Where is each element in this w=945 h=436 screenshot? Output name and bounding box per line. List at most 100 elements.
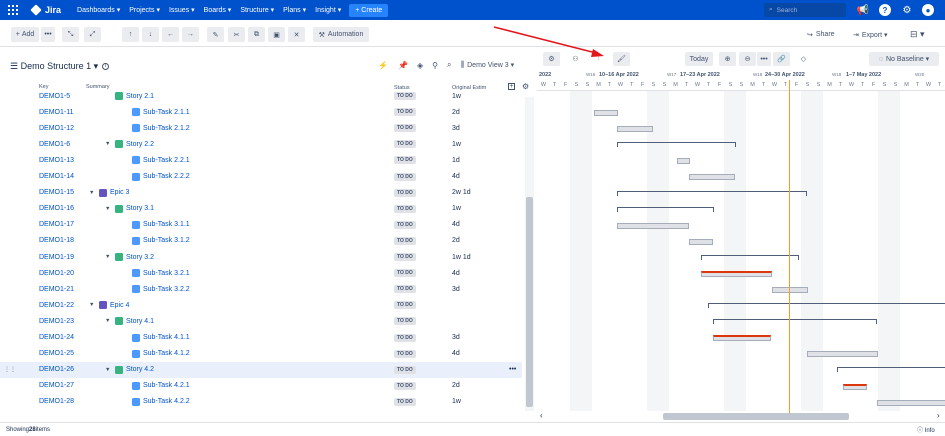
view-selector[interactable]: Demo View 3 ▾ (467, 61, 514, 69)
layers-icon[interactable]: ◈ (417, 61, 423, 70)
issue-summary[interactable]: Sub-Task 3.1.2 (132, 236, 190, 245)
gantt-summary-bar[interactable] (617, 191, 807, 196)
issue-summary[interactable]: Story 2.1 (115, 92, 154, 100)
expand-caret-icon[interactable]: ▼ (105, 141, 110, 147)
table-row[interactable]: DEMO1-25 Sub-Task 4.1.2 TO DO 4d (0, 346, 522, 362)
issue-summary[interactable]: Sub-Task 2.2.1 (132, 156, 190, 165)
table-row[interactable]: DEMO1-13 Sub-Task 2.2.1 TO DO 1d (0, 152, 522, 168)
status-badge[interactable]: TO DO (394, 124, 416, 133)
automation-button[interactable]: ⚒ Automation (313, 27, 369, 42)
columns-icon[interactable]: ⫼ (460, 60, 464, 70)
status-badge[interactable]: TO DO (394, 108, 416, 117)
issue-key[interactable]: DEMO1-5 (39, 93, 70, 100)
issue-key[interactable]: DEMO1-28 (39, 398, 74, 405)
nav-dashboards[interactable]: Dashboards ▾ (77, 6, 120, 14)
issue-key[interactable]: DEMO1-22 (39, 302, 74, 309)
issue-key[interactable]: DEMO1-24 (39, 334, 74, 341)
table-row[interactable]: DEMO1-18 Sub-Task 3.1.2 TO DO 2d (0, 233, 522, 249)
zoom-in-icon[interactable]: ⊕ (719, 52, 736, 66)
status-badge[interactable]: TO DO (394, 365, 416, 374)
issue-key[interactable]: DEMO1-15 (39, 189, 74, 196)
copy-button[interactable]: ⧉ (248, 27, 265, 42)
help-icon[interactable]: ? (879, 4, 891, 16)
footer-info[interactable]: ⓘ Info (917, 425, 935, 434)
expand-caret-icon[interactable]: ▼ (89, 190, 94, 196)
gantt-task-bar[interactable] (677, 158, 690, 164)
status-badge[interactable]: TO DO (394, 156, 416, 165)
avatar[interactable]: ● (922, 4, 934, 16)
status-badge[interactable]: TO DO (394, 381, 416, 390)
issue-key[interactable]: DEMO1-17 (39, 221, 74, 228)
status-badge[interactable]: TO DO (394, 269, 416, 278)
gantt-task-bar[interactable] (594, 110, 618, 116)
gantt-task-bar[interactable] (689, 239, 713, 245)
gantt-summary-bar[interactable] (617, 142, 736, 147)
status-badge[interactable]: TO DO (394, 188, 416, 197)
gantt-summary-bar[interactable] (713, 319, 877, 324)
issue-key[interactable]: DEMO1-23 (39, 318, 74, 325)
gantt-brush-button[interactable]: 🖌 (613, 52, 630, 66)
issue-summary[interactable]: Sub-Task 4.2.1 (132, 381, 190, 390)
nav-projects[interactable]: Projects ▾ (129, 6, 160, 14)
issue-summary[interactable]: Sub-Task 4.1.2 (132, 349, 190, 358)
issue-key[interactable]: DEMO1-16 (39, 205, 74, 212)
outdent-button[interactable]: ← (162, 27, 179, 42)
settings-gear-icon[interactable]: ⚙ (901, 4, 913, 16)
create-button[interactable]: + Create (349, 3, 389, 17)
indent-left-button[interactable]: ⤡ (62, 27, 79, 42)
nav-insight[interactable]: Insight ▾ (315, 6, 341, 14)
issue-summary[interactable]: Epic 3 (99, 188, 129, 197)
issue-summary[interactable]: Story 2.2 (115, 140, 154, 149)
app-switcher-icon[interactable] (8, 5, 18, 15)
gantt-summary-bar[interactable] (837, 367, 945, 372)
link-icon[interactable]: 🔗 (773, 52, 790, 66)
table-row[interactable]: DEMO1-24 Sub-Task 4.1.1 TO DO 3d (0, 330, 522, 346)
nav-issues[interactable]: Issues ▾ (169, 6, 195, 14)
nav-structure[interactable]: Structure ▾ (240, 6, 274, 14)
scroll-thumb[interactable] (526, 197, 533, 407)
gantt-task-bar[interactable] (843, 384, 867, 390)
gantt-task-bar[interactable] (689, 174, 735, 180)
table-row[interactable]: DEMO1-11 Sub-Task 2.1.1 TO DO 2d (0, 104, 522, 120)
milestone-icon[interactable]: ◇ (795, 52, 812, 66)
scroll-left-icon[interactable]: ‹ (540, 411, 543, 420)
add-button[interactable]: + Add (11, 27, 39, 42)
gantt-levelling-button[interactable]: ⫶ (590, 52, 607, 66)
horizontal-scroll-thumb[interactable] (663, 413, 849, 420)
issue-summary[interactable]: Sub-Task 4.1.1 (132, 333, 190, 342)
status-badge[interactable]: TO DO (394, 140, 416, 149)
gantt-summary-bar[interactable] (701, 255, 799, 260)
status-badge[interactable]: TO DO (394, 397, 416, 406)
expand-caret-icon[interactable]: ▼ (105, 367, 110, 373)
status-badge[interactable]: TO DO (394, 204, 416, 213)
today-button[interactable]: Today (685, 52, 713, 66)
table-row[interactable]: DEMO1-5 Story 2.1 TO DO 1w (0, 88, 522, 104)
notifications-icon[interactable]: 📢 (857, 4, 869, 16)
expand-caret-icon[interactable]: ▼ (105, 318, 110, 324)
issue-key[interactable]: DEMO1-21 (39, 286, 74, 293)
table-row[interactable]: DEMO1-20 Sub-Task 3.2.1 TO DO 4d (0, 265, 522, 281)
issue-summary[interactable]: Story 3.1 (115, 204, 154, 213)
export-button[interactable]: ⇥ Export ▾ (853, 27, 888, 42)
issue-summary[interactable]: Sub-Task 3.2.1 (132, 269, 190, 278)
status-badge[interactable]: TO DO (394, 92, 416, 100)
table-row[interactable]: DEMO1-26 ▼ Story 4.2 TO DO ••• ⋮⋮ (0, 361, 522, 378)
issue-key[interactable]: DEMO1-12 (39, 125, 74, 132)
gantt-task-bar[interactable] (617, 223, 689, 229)
gantt-resources-button[interactable]: ⚇ (567, 52, 584, 66)
delete-button[interactable]: ✕ (288, 27, 305, 42)
more-options-button[interactable]: ••• (41, 27, 55, 42)
expand-caret-icon[interactable]: ▼ (89, 302, 94, 308)
pin-icon[interactable]: 📌 (398, 61, 408, 70)
nav-boards[interactable]: Boards ▾ (204, 6, 232, 14)
paste-button[interactable]: ▣ (268, 27, 285, 42)
issue-summary[interactable]: Epic 4 (99, 301, 129, 310)
issue-key[interactable]: DEMO1-27 (39, 382, 74, 389)
issue-summary[interactable]: Sub-Task 2.1.1 (132, 108, 190, 117)
gantt-task-bar[interactable] (877, 400, 945, 406)
status-badge[interactable]: TO DO (394, 301, 416, 310)
table-row[interactable]: DEMO1-12 Sub-Task 2.1.2 TO DO 3d (0, 120, 522, 136)
column-settings-gear-icon[interactable]: ⚙ (522, 82, 529, 91)
table-row[interactable]: DEMO1-19 ▼ Story 3.2 TO DO 1w 1d (0, 249, 522, 265)
gantt-task-bar[interactable] (807, 351, 878, 357)
